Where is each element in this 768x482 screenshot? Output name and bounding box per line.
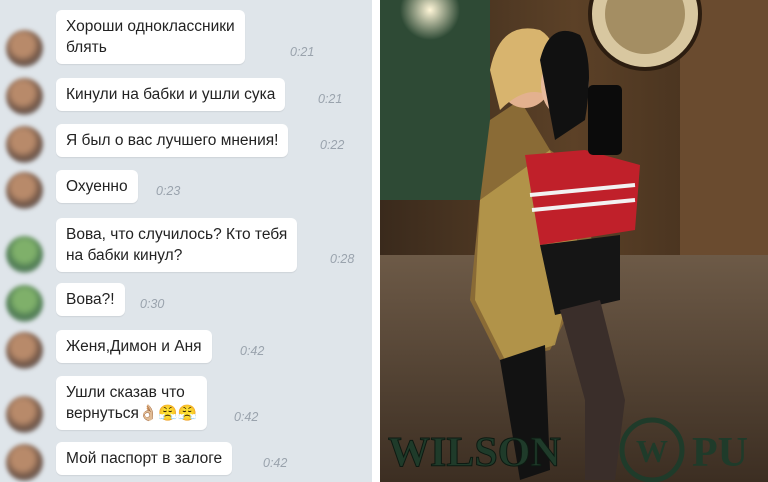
photo-illustration: WILSON W PU	[380, 0, 768, 482]
chat-panel: Хороши одноклассники блять 0:21 Кинули н…	[0, 0, 372, 482]
message-time: 0:21	[318, 92, 343, 106]
message-time: 0:30	[140, 297, 165, 311]
message-time: 0:22	[320, 138, 345, 152]
message-time: 0:42	[240, 344, 265, 358]
message-bubble: Вова, что случилось? Кто тебя на бабки к…	[56, 218, 298, 272]
message-bubble: Хороши одноклассники блять	[56, 10, 245, 64]
attached-photo[interactable]: WILSON W PU	[380, 0, 768, 482]
sender-avatar[interactable]	[6, 396, 43, 433]
sender-avatar[interactable]	[6, 78, 43, 115]
sender-avatar[interactable]	[6, 126, 43, 163]
message-time: 0:42	[234, 410, 259, 424]
message-bubble: Мой паспорт в залоге	[56, 442, 233, 475]
message-time: 0:23	[156, 184, 181, 198]
sender-avatar[interactable]	[6, 236, 43, 273]
panel-divider	[372, 0, 380, 482]
sender-avatar[interactable]	[6, 30, 43, 67]
sender-avatar[interactable]	[6, 444, 43, 481]
sign-text-right: PU	[692, 430, 748, 476]
message-time: 0:28	[330, 252, 355, 266]
sign-logo-letter: W	[636, 433, 668, 469]
message-time: 0:42	[263, 456, 288, 470]
sender-avatar[interactable]	[6, 332, 43, 369]
message-bubble: Ушли сказав что вернуться👌🏼😤😤	[56, 376, 207, 430]
message-time: 0:21	[290, 45, 315, 59]
message-bubble: Женя,Димон и Аня	[56, 330, 212, 363]
message-bubble: Я был о вас лучшего мнения!	[56, 124, 289, 157]
message-bubble: Охуенно	[56, 170, 138, 203]
sender-avatar[interactable]	[6, 285, 43, 322]
sign-text: WILSON	[388, 430, 561, 476]
message-bubble: Кинули на бабки и ушли сука	[56, 78, 286, 111]
message-bubble: Вова?!	[56, 283, 125, 316]
sender-avatar[interactable]	[6, 172, 43, 209]
